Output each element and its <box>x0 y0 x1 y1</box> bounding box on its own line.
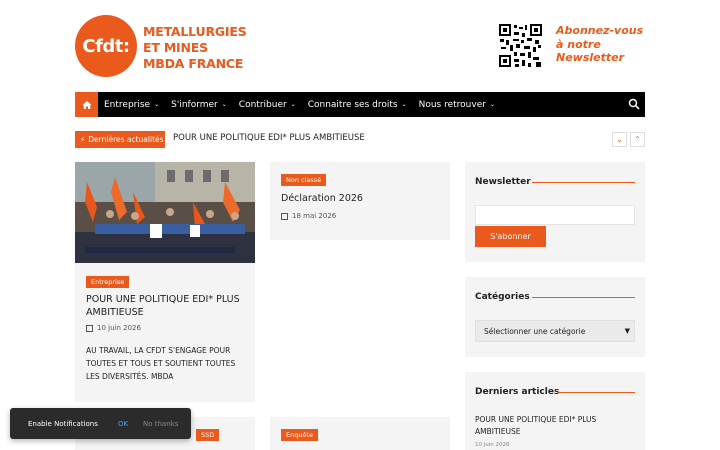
site-header: Cfdt: METALLURGIES ET MINES MBDA FRANCE … <box>0 0 720 92</box>
demonstration-photo-icon <box>75 162 255 263</box>
post-image[interactable] <box>75 162 255 263</box>
post-card: Enquête <box>270 417 450 450</box>
nav-item-label: Connaitre ses droits <box>307 99 398 110</box>
post-excerpt: AU TRAVAIL, LA CFDT S'ENGAGE POUR TOUTES… <box>86 346 236 381</box>
category-tag[interactable]: SSD <box>196 429 220 441</box>
ticker-label-text: Dernières actualités <box>88 135 164 144</box>
site-title-line: ET MINES <box>143 40 208 55</box>
chevron-down-icon: ⌄ <box>489 101 495 108</box>
category-select[interactable]: Sélectionner une catégorie ▼ <box>475 320 635 342</box>
nav-item-label: S'informer <box>171 99 218 110</box>
site-title-line: METALLURGIES <box>143 24 247 39</box>
nav-item-nous-retrouver[interactable]: Nous retrouver ⌄ <box>413 92 501 117</box>
calendar-icon <box>281 212 288 220</box>
chevron-down-icon: ⌄ <box>401 101 407 108</box>
post-date: 10 juin 2026 <box>86 324 141 332</box>
post-date: 18 mai 2026 <box>281 212 336 220</box>
title-divider <box>557 392 635 393</box>
recent-post-date: 10 juin 2026 <box>475 442 510 448</box>
ticker-down-button[interactable]: ⌄ <box>612 132 627 147</box>
nav-item-sinformer[interactable]: S'informer ⌄ <box>165 92 233 117</box>
logo-mark: Cfdt: <box>82 35 130 57</box>
widget-title: Newsletter <box>475 177 531 187</box>
news-ticker: ⚡ Dernières actualités POUR UNE POLITIQU… <box>75 131 645 148</box>
promo-line: Abonnez-vous <box>556 24 644 37</box>
site-title-line: MBDA FRANCE <box>143 56 244 71</box>
nav-item-label: Nous retrouver <box>418 99 486 110</box>
ticker-label: ⚡ Dernières actualités <box>75 131 165 148</box>
promo-line: à notre <box>556 37 601 51</box>
nav-item-connaitre-ses-droits[interactable]: Connaitre ses droits ⌄ <box>302 92 413 117</box>
ticker-headline[interactable]: POUR UNE POLITIQUE EDI* PLUS AMBITIEUSE <box>173 133 365 143</box>
qr-code-icon[interactable] <box>498 23 543 68</box>
post-date-text: 18 mai 2026 <box>292 212 337 220</box>
bolt-icon: ⚡ <box>80 135 86 144</box>
nav-item-label: Entreprise <box>104 99 151 110</box>
promo-line: Newsletter <box>556 51 625 64</box>
post-card: Non classé Déclaration 2026 18 mai 2026 <box>270 162 450 240</box>
chevron-down-icon: ▼ <box>624 327 630 335</box>
chevron-down-icon: ⌄ <box>154 101 160 108</box>
subscribe-button[interactable]: S'abonner <box>475 226 546 247</box>
categories-widget: Catégories Sélectionner une catégorie ▼ <box>465 277 645 357</box>
chevron-down-icon: ⌄ <box>290 101 296 108</box>
ticker-up-button[interactable]: ⌃ <box>630 132 645 147</box>
post-date-text: 10 juin 2026 <box>97 324 141 332</box>
notification-text: Enable Notifications <box>28 420 98 428</box>
title-divider <box>532 182 635 183</box>
category-tag[interactable]: Non classé <box>281 174 327 186</box>
cfdt-logo[interactable]: Cfdt: <box>75 15 137 77</box>
notification-prompt: Enable Notifications OK No thanks <box>10 408 191 439</box>
chevron-down-icon: ⌄ <box>221 101 227 108</box>
category-select-value: Sélectionner une catégorie <box>484 326 586 336</box>
search-icon[interactable] <box>628 98 640 110</box>
title-divider <box>532 297 635 298</box>
recent-posts-widget: Derniers articles POUR UNE POLITIQUE EDI… <box>465 372 645 450</box>
recent-post-link[interactable]: POUR UNE POLITIQUE EDI* PLUS AMBITIEUSE <box>475 414 635 438</box>
site-title[interactable]: METALLURGIES ET MINES MBDA FRANCE <box>143 24 247 72</box>
calendar-icon <box>86 324 93 332</box>
nav-item-label: Contribuer <box>238 99 287 110</box>
nav-home-button[interactable] <box>75 92 98 117</box>
nav-item-entreprise[interactable]: Entreprise ⌄ <box>98 92 165 117</box>
post-title[interactable]: POUR UNE POLITIQUE EDI* PLUS AMBITIEUSE <box>86 294 246 319</box>
post-card: Entreprise POUR UNE POLITIQUE EDI* PLUS … <box>75 162 255 402</box>
category-tag[interactable]: Entreprise <box>86 276 130 288</box>
home-icon <box>82 100 91 109</box>
notification-dismiss-button[interactable]: No thanks <box>143 420 178 428</box>
nav-item-contribuer[interactable]: Contribuer ⌄ <box>233 92 302 117</box>
chevron-up-icon: ⌃ <box>634 135 641 144</box>
newsletter-widget: Newsletter S'abonner <box>465 162 645 262</box>
chevron-down-icon: ⌄ <box>616 135 623 144</box>
category-tag[interactable]: Enquête <box>281 429 319 441</box>
main-nav: Entreprise ⌄ S'informer ⌄ Contribuer ⌄ Conn… <box>75 92 645 117</box>
notification-ok-button[interactable]: OK <box>118 420 128 428</box>
newsletter-promo[interactable]: Abonnez-vous à notre Newsletter <box>556 24 643 65</box>
post-title[interactable]: Déclaration 2026 <box>281 193 441 206</box>
widget-title: Catégories <box>475 292 530 302</box>
widget-title: Derniers articles <box>475 387 560 397</box>
newsletter-email-input[interactable] <box>475 205 635 225</box>
